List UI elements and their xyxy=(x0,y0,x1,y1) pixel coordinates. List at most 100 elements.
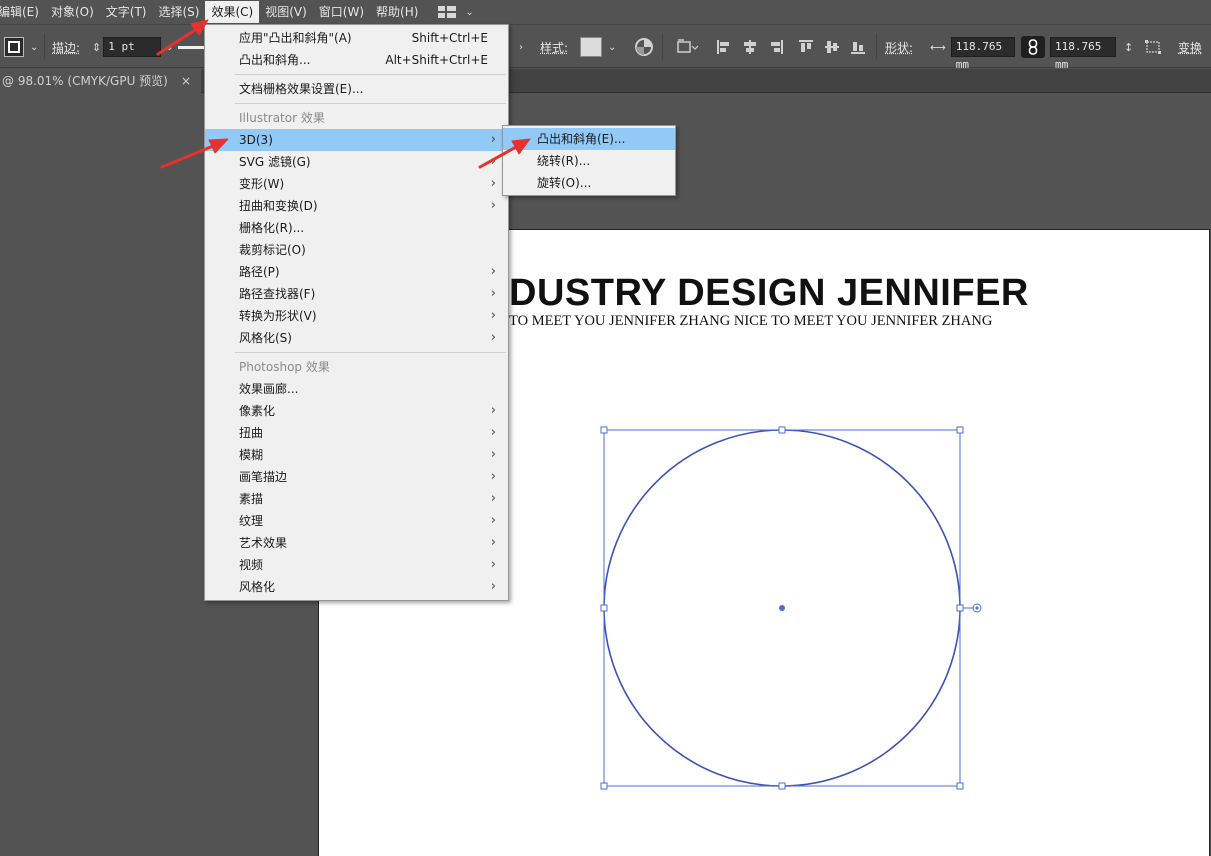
menu-select[interactable]: 选择(S) xyxy=(152,1,205,23)
menu-item-distort-transform[interactable]: 扭曲和变换(D) › xyxy=(205,195,508,217)
effect-menu: 应用"凸出和斜角"(A) Shift+Ctrl+E 凸出和斜角... Alt+S… xyxy=(204,24,509,601)
document-tab-strip: @ 98.01% (CMYK/GPU 预览) × xyxy=(0,69,1211,93)
menu-divider xyxy=(235,74,506,75)
menu-view[interactable]: 视图(V) xyxy=(259,1,313,23)
recolor-artwork-icon[interactable] xyxy=(634,37,654,57)
menu-item-texture[interactable]: 纹理 › xyxy=(205,510,508,532)
menu-item-3d[interactable]: 3D(3) › xyxy=(205,129,508,151)
chevron-right-icon: › xyxy=(490,198,496,213)
menu-section-illustrator: Illustrator 效果 xyxy=(239,111,325,125)
chevron-right-icon: › xyxy=(490,330,496,345)
menu-edit[interactable]: 编辑(E) xyxy=(0,1,45,23)
menu-item-svg-filters[interactable]: SVG 滤镜(G) › xyxy=(205,151,508,173)
control-bar: ⌄ 描边: ⇕ 1 pt ⌄ › 样式: ⌄ 形状: ⟷ 118.765 mm … xyxy=(0,26,1211,71)
menu-item-extrude-bevel[interactable]: 凸出和斜角(E)... xyxy=(503,128,675,150)
height-icon: ↕ xyxy=(1124,40,1134,54)
chevron-right-icon: › xyxy=(490,535,496,550)
chevron-right-icon: › xyxy=(490,469,496,484)
menu-item-rotate[interactable]: 旋转(O)... xyxy=(503,172,675,194)
document-tab[interactable]: @ 98.01% (CMYK/GPU 预览) × xyxy=(0,69,201,93)
menu-item-video[interactable]: 视频 › xyxy=(205,554,508,576)
align-right-icon[interactable] xyxy=(768,39,784,55)
menu-item-effect-gallery[interactable]: 效果画廊... xyxy=(205,378,508,400)
stroke-swatch-icon xyxy=(4,37,24,57)
chevron-right-icon: › xyxy=(490,154,496,169)
close-icon[interactable]: × xyxy=(181,69,191,93)
menu-item-path[interactable]: 路径(P) › xyxy=(205,261,508,283)
workspace-layout-icon xyxy=(438,6,457,18)
align-bottom-icon[interactable] xyxy=(850,39,866,55)
shape-label[interactable]: 形状: xyxy=(885,39,913,56)
align-top-icon[interactable] xyxy=(798,39,814,55)
menu-item-apply-last-effect[interactable]: 应用"凸出和斜角"(A) Shift+Ctrl+E xyxy=(205,27,508,49)
document-tab-title: @ 98.01% (CMYK/GPU 预览) xyxy=(2,74,168,88)
chevron-down-icon[interactable]: ⌄ xyxy=(608,42,616,53)
align-to-icon[interactable] xyxy=(676,38,698,56)
menu-item-rasterize[interactable]: 栅格化(R)... xyxy=(205,217,508,239)
stroke-swatch[interactable]: ⌄ xyxy=(4,26,38,68)
menu-item-last-effect[interactable]: 凸出和斜角... Alt+Shift+Ctrl+E xyxy=(205,49,508,71)
menu-item-warp[interactable]: 变形(W) › xyxy=(205,173,508,195)
stroke-weight-input[interactable]: 1 pt xyxy=(103,37,162,57)
menu-item-stylize-photoshop[interactable]: 风格化 › xyxy=(205,576,508,598)
chevron-right-icon: › xyxy=(490,308,496,323)
graphic-style-swatch[interactable] xyxy=(580,37,602,57)
stroke-label[interactable]: 描边: xyxy=(52,39,80,56)
menu-item-revolve[interactable]: 绕转(R)... xyxy=(503,150,675,172)
menu-item-pixelate[interactable]: 像素化 › xyxy=(205,400,508,422)
artboard-title-text[interactable]: DUSTRY DESIGN JENNIFER xyxy=(509,272,1029,315)
shortcut-text: Alt+Shift+Ctrl+E xyxy=(385,53,488,67)
width-icon: ⟷ xyxy=(930,40,946,54)
align-horizontal-center-icon[interactable] xyxy=(742,39,758,55)
submenu-3d: 凸出和斜角(E)... 绕转(R)... 旋转(O)... xyxy=(502,125,676,196)
menu-object[interactable]: 对象(O) xyxy=(45,1,100,23)
divider xyxy=(44,34,45,60)
divider xyxy=(662,34,663,60)
style-label[interactable]: 样式: xyxy=(540,39,568,56)
chevron-right-icon: › xyxy=(490,491,496,506)
menu-section-photoshop: Photoshop 效果 xyxy=(239,360,330,374)
menu-item-sketch[interactable]: 素描 › xyxy=(205,488,508,510)
menu-item-brush-strokes[interactable]: 画笔描边 › xyxy=(205,466,508,488)
menu-item-document-raster-settings[interactable]: 文档栅格效果设置(E)... xyxy=(205,78,508,100)
constrain-proportions-button[interactable] xyxy=(1021,36,1045,58)
menu-item-crop-marks[interactable]: 裁剪标记(O) xyxy=(205,239,508,261)
link-icon xyxy=(1028,39,1038,55)
menu-window[interactable]: 窗口(W) xyxy=(313,1,370,23)
height-input[interactable]: 118.765 mm xyxy=(1050,37,1116,71)
chevron-right-icon: › xyxy=(490,176,496,191)
stepper-icon[interactable]: ⇕ xyxy=(92,41,101,54)
width-input[interactable]: 118.765 mm xyxy=(950,37,1015,71)
chevron-right-icon: › xyxy=(490,132,496,147)
shortcut-text: Shift+Ctrl+E xyxy=(411,31,488,45)
chevron-right-icon: › xyxy=(490,513,496,528)
chevron-right-icon: › xyxy=(490,557,496,572)
chevron-down-icon[interactable]: ⌄ xyxy=(165,42,173,53)
menu-item-pathfinder[interactable]: 路径查找器(F) › xyxy=(205,283,508,305)
chevron-right-icon[interactable]: › xyxy=(519,42,523,53)
menu-divider xyxy=(235,352,506,353)
menu-item-blur[interactable]: 模糊 › xyxy=(205,444,508,466)
workspace-switcher[interactable]: ⌄ xyxy=(438,6,474,18)
artboard-subtitle-text[interactable]: TO MEET YOU JENNIFER ZHANG NICE TO MEET … xyxy=(509,313,992,330)
chevron-right-icon: › xyxy=(490,403,496,418)
menu-divider xyxy=(235,103,506,104)
align-vertical-center-icon[interactable] xyxy=(824,39,840,55)
chevron-right-icon: › xyxy=(490,286,496,301)
align-left-icon[interactable] xyxy=(716,39,732,55)
transform-bounds-icon[interactable] xyxy=(1144,39,1162,55)
chevron-right-icon: › xyxy=(490,425,496,440)
chevron-right-icon: › xyxy=(490,264,496,279)
chevron-down-icon: ⌄ xyxy=(30,41,39,53)
menu-bar: 编辑(E) 对象(O) 文字(T) 选择(S) 效果(C) 视图(V) 窗口(W… xyxy=(0,0,1211,25)
divider xyxy=(876,34,877,60)
menu-item-convert-to-shape[interactable]: 转换为形状(V) › xyxy=(205,305,508,327)
menu-help[interactable]: 帮助(H) xyxy=(370,1,424,23)
menu-item-stylize-illustrator[interactable]: 风格化(S) › xyxy=(205,327,508,349)
menu-effect[interactable]: 效果(C) xyxy=(205,1,260,23)
menu-type[interactable]: 文字(T) xyxy=(100,1,153,23)
menu-item-distort[interactable]: 扭曲 › xyxy=(205,422,508,444)
chevron-right-icon: › xyxy=(490,447,496,462)
menu-item-artistic[interactable]: 艺术效果 › xyxy=(205,532,508,554)
transform-label[interactable]: 变换 xyxy=(1178,39,1202,56)
